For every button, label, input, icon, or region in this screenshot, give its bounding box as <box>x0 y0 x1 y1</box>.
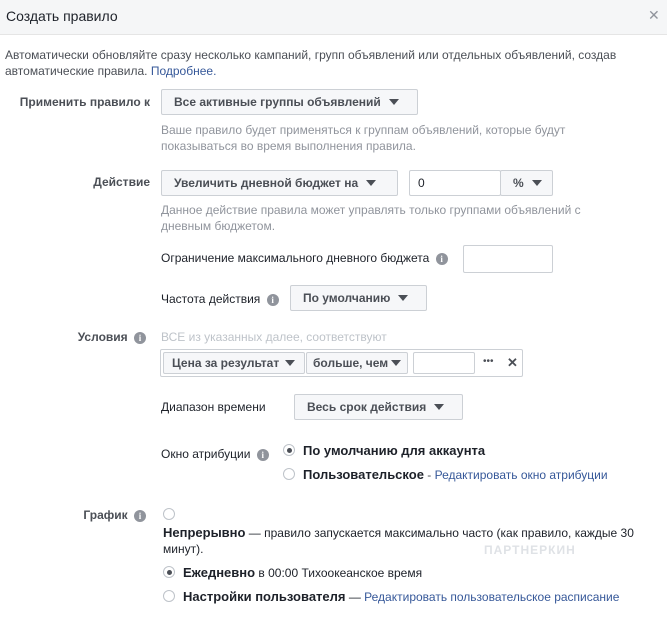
attribution-custom-radio[interactable] <box>283 468 295 480</box>
caret-down-icon <box>531 180 542 186</box>
attribution-default-label[interactable]: По умолчанию для аккаунта <box>303 443 485 458</box>
schedule-custom-row: Настройки пользователя — Редактировать п… <box>183 589 619 604</box>
info-icon[interactable]: i <box>134 509 146 522</box>
time-range-selected: Весь срок действия <box>307 400 427 414</box>
schedule-continuous-row: Непрерывно — правило запускается максима… <box>163 525 658 557</box>
conditions-match-text: ВСЕ из указанных далее, соответствуют <box>161 330 387 344</box>
caret-down-icon <box>285 360 296 366</box>
schedule-label-text: График <box>83 508 128 522</box>
schedule-daily-desc: в 00:00 Тихоокеанское время <box>255 566 423 580</box>
schedule-continuous-title[interactable]: Непрерывно <box>163 525 245 540</box>
time-range-label: Диапазон времени <box>161 400 266 414</box>
condition-metric-dropdown[interactable]: Цена за результат <box>163 352 305 374</box>
info-icon[interactable]: i <box>256 448 269 461</box>
info-icon[interactable]: i <box>134 331 146 344</box>
schedule-continuous-radio[interactable] <box>163 508 175 520</box>
attribution-sep: - <box>423 468 435 482</box>
max-budget-input[interactable] <box>463 245 553 273</box>
frequency-label-text: Частота действия <box>161 292 261 306</box>
max-budget-label: Ограничение максимального дневного бюдже… <box>161 251 448 265</box>
action-unit-dropdown[interactable]: % <box>500 170 553 196</box>
info-icon[interactable]: i <box>435 252 448 265</box>
apply-rule-selected: Все активные группы объявлений <box>174 95 381 109</box>
watermark: ПАРТНЕРКИН <box>484 543 576 557</box>
frequency-selected: По умолчанию <box>303 291 391 305</box>
attribution-custom-row: Пользовательское - Редактировать окно ат… <box>303 467 608 482</box>
conditions-label-text: Условия <box>77 330 128 344</box>
schedule-custom-link[interactable]: Редактировать пользовательское расписани… <box>364 590 619 604</box>
attribution-default-radio[interactable] <box>283 444 295 456</box>
condition-metric-selected: Цена за результат <box>172 356 280 370</box>
condition-operator-selected: больше, чем <box>313 356 389 370</box>
dialog-description: Автоматически обновляйте сразу несколько… <box>5 47 660 79</box>
frequency-label: Частота действия i <box>161 292 279 306</box>
schedule-daily-radio[interactable] <box>163 566 175 578</box>
description-text: Автоматически обновляйте сразу несколько… <box>5 48 617 78</box>
action-dropdown[interactable]: Увеличить дневной бюджет на <box>161 170 398 196</box>
condition-operator-dropdown[interactable]: больше, чем <box>306 352 408 374</box>
attribution-label: Окно атрибуции i <box>161 447 269 461</box>
more-options-icon[interactable]: ••• <box>483 356 494 367</box>
conditions-label: Условия i <box>12 330 146 344</box>
dialog-title: Создать правило <box>6 8 118 24</box>
condition-value-input[interactable] <box>413 352 475 374</box>
action-label: Действие <box>93 175 150 189</box>
max-budget-label-text: Ограничение максимального дневного бюдже… <box>161 251 430 265</box>
action-hint: Данное действие правила может управлять … <box>161 203 581 233</box>
learn-more-link[interactable]: Подробнее. <box>151 64 217 78</box>
schedule-label: График i <box>12 508 146 522</box>
apply-rule-dropdown[interactable]: Все активные группы объявлений <box>161 89 418 115</box>
caret-down-icon <box>388 99 399 105</box>
remove-condition-icon[interactable]: ✕ <box>507 355 518 371</box>
caret-down-icon <box>366 180 377 186</box>
caret-down-icon <box>434 404 445 410</box>
schedule-custom-title[interactable]: Настройки пользователя <box>183 589 346 604</box>
schedule-custom-sep: — <box>345 590 365 604</box>
action-value-input[interactable]: 0 <box>409 170 501 196</box>
info-icon[interactable]: i <box>266 293 279 306</box>
schedule-daily-row: Ежедневно в 00:00 Тихоокеанское время <box>183 565 422 580</box>
schedule-daily-title[interactable]: Ежедневно <box>183 565 255 580</box>
frequency-dropdown[interactable]: По умолчанию <box>290 285 427 311</box>
attribution-custom-label[interactable]: Пользовательское <box>303 467 424 482</box>
attribution-label-text: Окно атрибуции <box>161 447 251 461</box>
apply-rule-hint: Ваше правило будет применяться к группам… <box>161 123 566 153</box>
caret-down-icon <box>398 295 409 301</box>
action-unit-selected: % <box>513 176 524 190</box>
time-range-dropdown[interactable]: Весь срок действия <box>294 394 463 420</box>
action-selected: Увеличить дневной бюджет на <box>174 176 359 190</box>
close-icon[interactable]: ✕ <box>648 8 660 22</box>
apply-rule-label: Применить правило к <box>19 95 150 109</box>
schedule-custom-radio[interactable] <box>163 590 175 602</box>
caret-down-icon <box>391 360 402 366</box>
attribution-edit-link[interactable]: Редактировать окно атрибуции <box>435 468 608 482</box>
